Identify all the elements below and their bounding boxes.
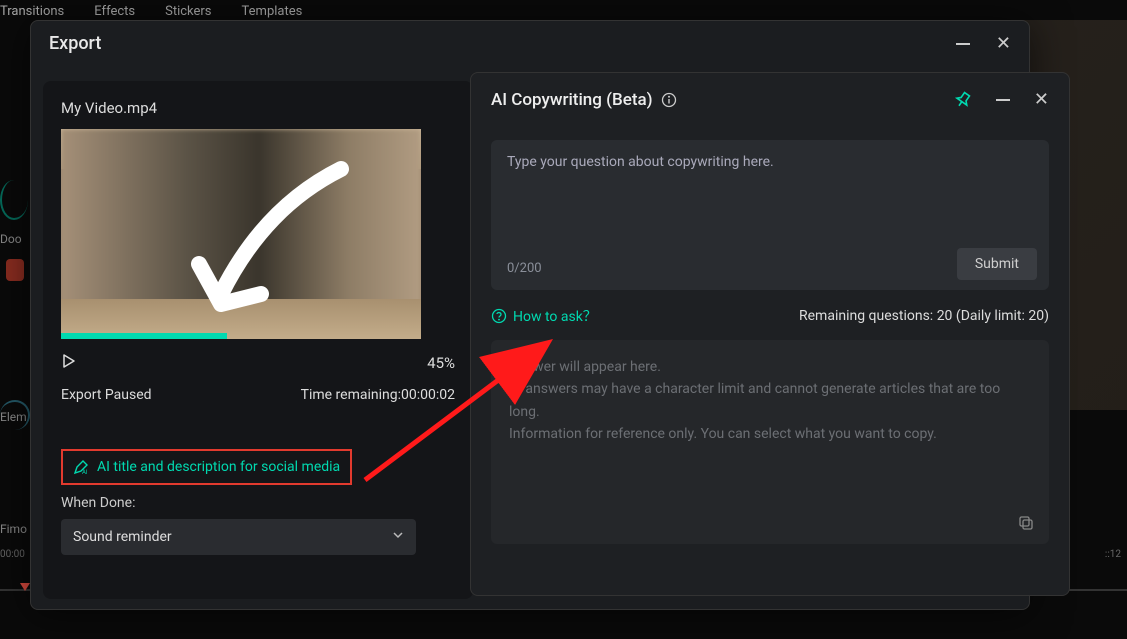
pin-icon[interactable]: [954, 91, 972, 109]
export-filename: My Video.mp4: [61, 99, 455, 117]
remaining-label: Remaining questions:: [799, 308, 933, 324]
ai-char-counter: 0/200: [507, 261, 542, 276]
ai-hint-row: How to ask？ Remaining questions: 20 (Dai…: [491, 306, 1049, 326]
how-to-ask-label: How to ask？: [513, 306, 597, 326]
export-preview: [61, 129, 421, 339]
dropdown-selected: Sound reminder: [73, 529, 172, 545]
ai-link-label: AI title and description for social medi…: [97, 459, 340, 475]
remaining-questions: Remaining questions: 20 (Daily limit: 20…: [799, 308, 1049, 324]
ai-panel-title-group: AI Copywriting (Beta): [491, 90, 677, 110]
ai-input-placeholder: Type your question about copywriting her…: [507, 154, 1033, 170]
export-left-panel: My Video.mp4 45% Export Paused Time rema…: [43, 81, 473, 599]
ai-minimize-icon[interactable]: [996, 99, 1010, 101]
export-title: Export: [49, 33, 101, 54]
svg-text:AI: AI: [82, 469, 88, 475]
time-remaining-label: Time remaining:: [301, 387, 401, 403]
play-icon[interactable]: [61, 353, 77, 373]
bg-side-label-1: Doo: [0, 232, 22, 246]
export-status: Export Paused: [61, 387, 152, 403]
ai-panel-controls: ✕: [954, 89, 1049, 110]
ai-question-input[interactable]: Type your question about copywriting her…: [491, 140, 1049, 290]
chevron-down-icon: [392, 529, 404, 545]
timeline-tick-start: 00:00: [0, 549, 25, 560]
how-to-ask-link[interactable]: How to ask？: [491, 306, 597, 326]
daily-limit-label: (Daily limit:: [956, 308, 1025, 324]
copy-icon[interactable]: [1017, 514, 1035, 532]
time-remaining-value: 00:00:02: [401, 387, 455, 403]
export-progress-bar: [61, 333, 227, 339]
export-percent: 45%: [427, 354, 455, 372]
minimize-icon[interactable]: [956, 43, 970, 45]
ai-copywriting-panel: AI Copywriting (Beta) ✕ Type your questi…: [470, 72, 1070, 596]
when-done-label: When Done:: [61, 495, 455, 511]
bg-side-label-3: Fimo: [0, 522, 27, 536]
export-window-controls: ✕: [956, 33, 1011, 54]
daily-limit-value: 20): [1028, 308, 1049, 324]
status-line: Export Paused Time remaining:00:00:02: [61, 387, 455, 403]
ai-panel-header: AI Copywriting (Beta) ✕: [491, 89, 1049, 110]
bg-green-shape-1: [0, 180, 28, 220]
bg-green-shape-2: [0, 400, 30, 430]
ai-answer-box: Answer will appear here. AI answers may …: [491, 340, 1049, 544]
remaining-value: 20: [937, 308, 953, 324]
answer-placeholder-line-3: Information for reference only. You can …: [509, 423, 1031, 445]
close-icon[interactable]: ✕: [996, 33, 1011, 54]
preview-arrow-overlay-icon: [181, 154, 361, 324]
when-done-dropdown[interactable]: Sound reminder: [61, 519, 416, 555]
play-line: 45%: [61, 353, 455, 373]
question-circle-icon: [491, 308, 507, 324]
export-header: Export ✕: [31, 21, 1029, 66]
timeline-playhead[interactable]: [20, 583, 30, 591]
timeline-tick-end: ::12: [1105, 549, 1121, 560]
pen-ai-icon: AI: [73, 459, 89, 475]
ai-panel-title: AI Copywriting (Beta): [491, 90, 653, 110]
info-icon[interactable]: [661, 92, 677, 108]
answer-placeholder-line-2: AI answers may have a character limit an…: [509, 378, 1031, 423]
submit-button[interactable]: Submit: [957, 248, 1037, 280]
ai-close-icon[interactable]: ✕: [1034, 89, 1049, 110]
answer-placeholder-line-1: Answer will appear here.: [509, 356, 1031, 378]
ai-title-description-link[interactable]: AI AI title and description for social m…: [61, 449, 352, 485]
bg-red-icon: [6, 259, 24, 281]
export-time-remaining: Time remaining:00:00:02: [301, 387, 455, 403]
